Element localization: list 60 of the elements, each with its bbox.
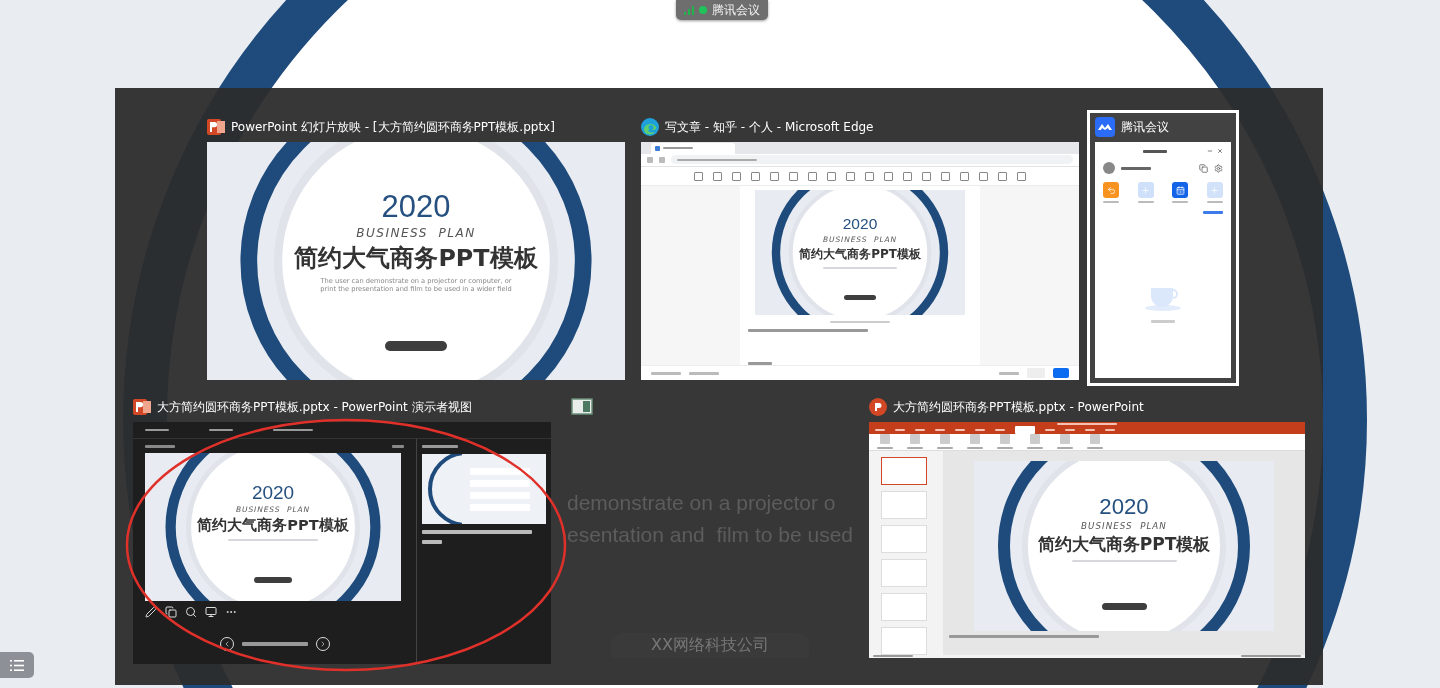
- powerpoint-icon: [869, 398, 887, 416]
- window-switcher-item[interactable]: 大方简约圆环商务PPT模板.pptx - PowerPoint 2020 BUSINESS PLAN 简约大气商务PPT模板: [861, 390, 1313, 666]
- window-title: 写文章 - 知乎 - 个人 - Microsoft Edge: [665, 118, 874, 136]
- window-title: 腾讯会议: [1121, 118, 1169, 136]
- window-icon: [571, 398, 593, 415]
- slide-title: 简约大气商务PPT模板: [197, 516, 349, 536]
- company-pill: [844, 295, 876, 301]
- browser-tab[interactable]: [651, 142, 735, 154]
- caption-line: [830, 321, 890, 324]
- clock: [392, 445, 404, 448]
- action-tile[interactable]: [1206, 182, 1223, 198]
- company-pill: [384, 341, 448, 352]
- window-switcher-item[interactable]: 腾讯会议: [1087, 110, 1239, 386]
- avatar: [1103, 162, 1115, 174]
- plus-icon: [1210, 185, 1220, 195]
- signal-icon: [684, 5, 694, 15]
- calendar-icon: [1175, 185, 1185, 195]
- settings-icon[interactable]: [1214, 163, 1223, 173]
- minimize-icon[interactable]: [1207, 148, 1213, 154]
- company-pill: [1101, 602, 1147, 611]
- slide-title: 简约大气商务PPT模板: [294, 242, 538, 274]
- close-icon[interactable]: [1217, 148, 1223, 154]
- company-pill: [253, 576, 293, 584]
- action-tile[interactable]: [1172, 182, 1189, 198]
- slide-tagline: BUSINESS PLAN: [356, 225, 476, 240]
- screen-icon[interactable]: [205, 606, 217, 618]
- slide-thumbnail[interactable]: [881, 456, 927, 485]
- window-title: 大方简约圆环商务PPT模板.pptx - PowerPoint 演示者视图: [157, 398, 472, 416]
- slide-tagline: BUSINESS PLAN: [1081, 521, 1167, 531]
- action-tile[interactable]: [1103, 182, 1119, 198]
- window-title: 大方简约圆环商务PPT模板.pptx - PowerPoint: [893, 398, 1144, 416]
- return-icon: [1106, 185, 1116, 195]
- meeting-app-icon: [1095, 117, 1115, 137]
- slide-title: 简约大气商务PPT模板: [1037, 533, 1211, 556]
- next-slide-label: [422, 445, 458, 448]
- text-line: [748, 362, 772, 366]
- user-name: [1121, 166, 1151, 170]
- pen-icon[interactable]: [145, 606, 157, 618]
- action-tile[interactable]: [1137, 182, 1154, 198]
- window-title: PowerPoint 幻灯片放映 - [大方简约圆环商务PPT模板.pptx]: [231, 118, 555, 136]
- empty-label: [1151, 320, 1175, 323]
- meeting-label: 腾讯会议: [712, 1, 760, 19]
- powerpoint-icon: [207, 118, 225, 136]
- search-icon[interactable]: [185, 606, 197, 618]
- window-title: [1143, 149, 1167, 153]
- slides-icon[interactable]: [165, 606, 177, 618]
- status-dot: [699, 6, 707, 14]
- slide-year: 2020: [251, 482, 295, 504]
- slide-counter: [241, 642, 308, 646]
- powerpoint-icon: [133, 398, 151, 416]
- timer: [145, 445, 175, 448]
- slide-year: 2020: [842, 215, 878, 233]
- edge-icon: [641, 118, 659, 136]
- menu-icon: [10, 659, 24, 671]
- plus-icon: [1141, 185, 1151, 195]
- publish-button[interactable]: [1053, 368, 1069, 379]
- slide-title: 简约大气商务PPT模板: [799, 245, 921, 263]
- slide-year: 2020: [1099, 494, 1149, 519]
- menu-button[interactable]: [0, 652, 34, 678]
- slide-year: 2020: [381, 189, 451, 224]
